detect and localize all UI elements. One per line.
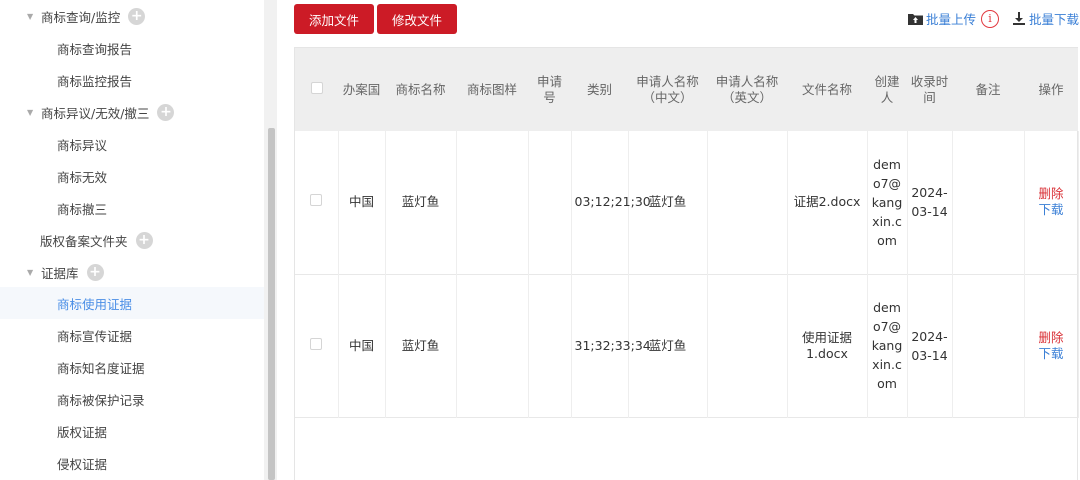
- column-header: 操作: [1038, 81, 1064, 97]
- sidebar-item-copyright-folder[interactable]: 版权备案文件夹 +: [0, 224, 264, 256]
- sidebar-item-label: 侵权证据: [57, 456, 108, 472]
- application-number-cell: [528, 274, 572, 417]
- add-file-button[interactable]: 添加文件: [294, 4, 374, 34]
- sidebar: ▼ 商标查询/监控 + 商标查询报告 商标监控报告 ▼ 商标异议/无效/撤三 +…: [0, 0, 277, 480]
- file-name-cell: 证据2.docx: [787, 131, 868, 274]
- sidebar-item-label: 商标查询/监控: [41, 9, 121, 25]
- app: ▼ 商标查询/监控 + 商标查询报告 商标监控报告 ▼ 商标异议/无效/撤三 +…: [0, 0, 1080, 480]
- sidebar-item-opposition[interactable]: 商标异议: [0, 128, 264, 160]
- folder-upload-icon: [908, 13, 923, 25]
- trademark-image-cell: [456, 274, 529, 417]
- sidebar-item-label: 商标异议/无效/撤三: [41, 105, 150, 121]
- column-header: 备注: [975, 81, 1001, 97]
- sidebar-item-usage-evidence[interactable]: 商标使用证据: [0, 287, 264, 319]
- sidebar-item-query-report[interactable]: 商标查询报告: [0, 32, 264, 64]
- category-cell: 31;32;33;34: [571, 274, 651, 417]
- download-icon: [1013, 12, 1025, 25]
- column-header: 创建人: [874, 73, 900, 105]
- sidebar-item-cancellation[interactable]: 商标撤三: [0, 192, 264, 224]
- file-name-cell: 使用证据1.docx: [787, 274, 868, 417]
- sidebar-item-promotion-evidence[interactable]: 商标宣传证据: [0, 319, 264, 351]
- sidebar-item-label: 版权证据: [57, 424, 108, 440]
- country-cell: 中国: [338, 274, 386, 417]
- trademark-image-cell: [456, 131, 529, 274]
- sidebar-item-label: 证据库: [41, 265, 79, 281]
- sidebar-item-invalidation[interactable]: 商标无效: [0, 160, 264, 192]
- batch-download-label: 批量下载: [1029, 12, 1080, 27]
- select-all-checkbox[interactable]: [295, 48, 338, 131]
- application-number-cell: [528, 131, 572, 274]
- sidebar-item-label: 商标撤三: [57, 201, 108, 217]
- time-cell: 2024-03-14: [907, 131, 953, 274]
- column-header: 申请人名称（中文）: [636, 73, 699, 105]
- sidebar-item-label: 版权备案文件夹: [40, 233, 128, 249]
- column-header: 收录时间: [910, 73, 949, 105]
- edit-file-button[interactable]: 修改文件: [377, 4, 457, 34]
- applicant-en-cell: [707, 131, 788, 274]
- caret-down-icon: ▼: [27, 107, 34, 117]
- batch-upload-label: 批量上传: [926, 12, 977, 27]
- country-cell: 中国: [338, 131, 386, 274]
- sidebar-item-infringement-evidence[interactable]: 侵权证据: [0, 447, 264, 479]
- add-folder-icon[interactable]: +: [135, 231, 153, 249]
- sidebar-item-label: 商标查询报告: [57, 41, 133, 57]
- row-checkbox[interactable]: [295, 274, 339, 417]
- delete-link[interactable]: 删除: [1028, 186, 1075, 202]
- action-cell: 删除 下载: [1024, 131, 1079, 274]
- note-cell: [952, 131, 1025, 274]
- download-link[interactable]: 下载: [1028, 346, 1075, 362]
- applicant-en-cell: [707, 274, 788, 417]
- trademark-cell: 蓝灯鱼: [385, 131, 457, 274]
- evidence-table-container: 办案国 商标名称 商标图样 申请号 类别 申请人名称（中文） 申请人名称（英文）…: [294, 47, 1079, 480]
- column-header: 商标图样: [466, 81, 517, 97]
- time-cell: 2024-03-14: [907, 274, 953, 417]
- sidebar-item-monitor-report[interactable]: 商标监控报告: [0, 64, 264, 96]
- creator-cell: demo7@kangxin.com: [867, 274, 908, 417]
- table-row: 中国 蓝灯鱼 03;12;21;30 蓝灯鱼 证据2.docx demo7@ka…: [295, 131, 1079, 274]
- caret-down-icon: ▼: [27, 11, 34, 21]
- category-cell: 03;12;21;30: [571, 131, 651, 274]
- sidebar-item-label: 商标无效: [57, 169, 108, 185]
- table-header-row: 办案国 商标名称 商标图样 申请号 类别 申请人名称（中文） 申请人名称（英文）…: [295, 48, 1078, 131]
- download-link[interactable]: 下载: [1028, 202, 1075, 218]
- sidebar-item-copyright-evidence[interactable]: 版权证据: [0, 415, 264, 447]
- caret-down-icon: ▼: [27, 267, 34, 277]
- batch-upload-link[interactable]: 批量上传 i: [908, 9, 1000, 28]
- sidebar-item-label: 商标使用证据: [57, 296, 133, 312]
- note-cell: [952, 274, 1025, 417]
- sidebar-item-label: 商标知名度证据: [57, 360, 145, 376]
- column-header: 文件名称: [801, 81, 852, 97]
- sidebar-item-label: 商标监控报告: [57, 73, 133, 89]
- column-header: 类别: [586, 81, 612, 97]
- sidebar-item-label: 商标异议: [57, 137, 108, 153]
- sidebar-group-opposition[interactable]: ▼ 商标异议/无效/撤三 +: [0, 96, 264, 128]
- delete-link[interactable]: 删除: [1028, 330, 1075, 346]
- add-folder-icon[interactable]: +: [128, 7, 146, 25]
- sidebar-item-reputation-evidence[interactable]: 商标知名度证据: [0, 351, 264, 383]
- sidebar-scrollbar-thumb[interactable]: [268, 128, 275, 480]
- row-checkbox[interactable]: [295, 131, 339, 274]
- action-cell: 删除 下载: [1024, 274, 1079, 417]
- creator-cell: demo7@kangxin.com: [867, 131, 908, 274]
- sidebar-group-evidence[interactable]: ▼ 证据库 +: [0, 256, 264, 288]
- sidebar-item-protection-record[interactable]: 商标被保护记录: [0, 383, 264, 415]
- add-folder-icon[interactable]: +: [157, 103, 175, 121]
- column-header: 办案国: [342, 81, 381, 97]
- sidebar-group-trademark-query[interactable]: ▼ 商标查询/监控 +: [0, 0, 264, 32]
- column-header: 申请号: [536, 73, 562, 105]
- column-header: 商标名称: [395, 81, 446, 97]
- sidebar-item-label: 商标被保护记录: [57, 392, 145, 408]
- evidence-table: 办案国 商标名称 商标图样 申请号 类别 申请人名称（中文） 申请人名称（英文）…: [295, 48, 1079, 418]
- info-icon[interactable]: i: [981, 9, 1000, 28]
- table-row: 中国 蓝灯鱼 31;32;33;34 蓝灯鱼 使用证据1.docx demo7@…: [295, 274, 1079, 417]
- add-folder-icon[interactable]: +: [86, 263, 104, 281]
- trademark-cell: 蓝灯鱼: [385, 274, 457, 417]
- batch-download-link[interactable]: 批量下载: [1013, 9, 1079, 28]
- sidebar-item-label: 商标宣传证据: [57, 328, 133, 344]
- column-header: 申请人名称（英文）: [715, 73, 779, 105]
